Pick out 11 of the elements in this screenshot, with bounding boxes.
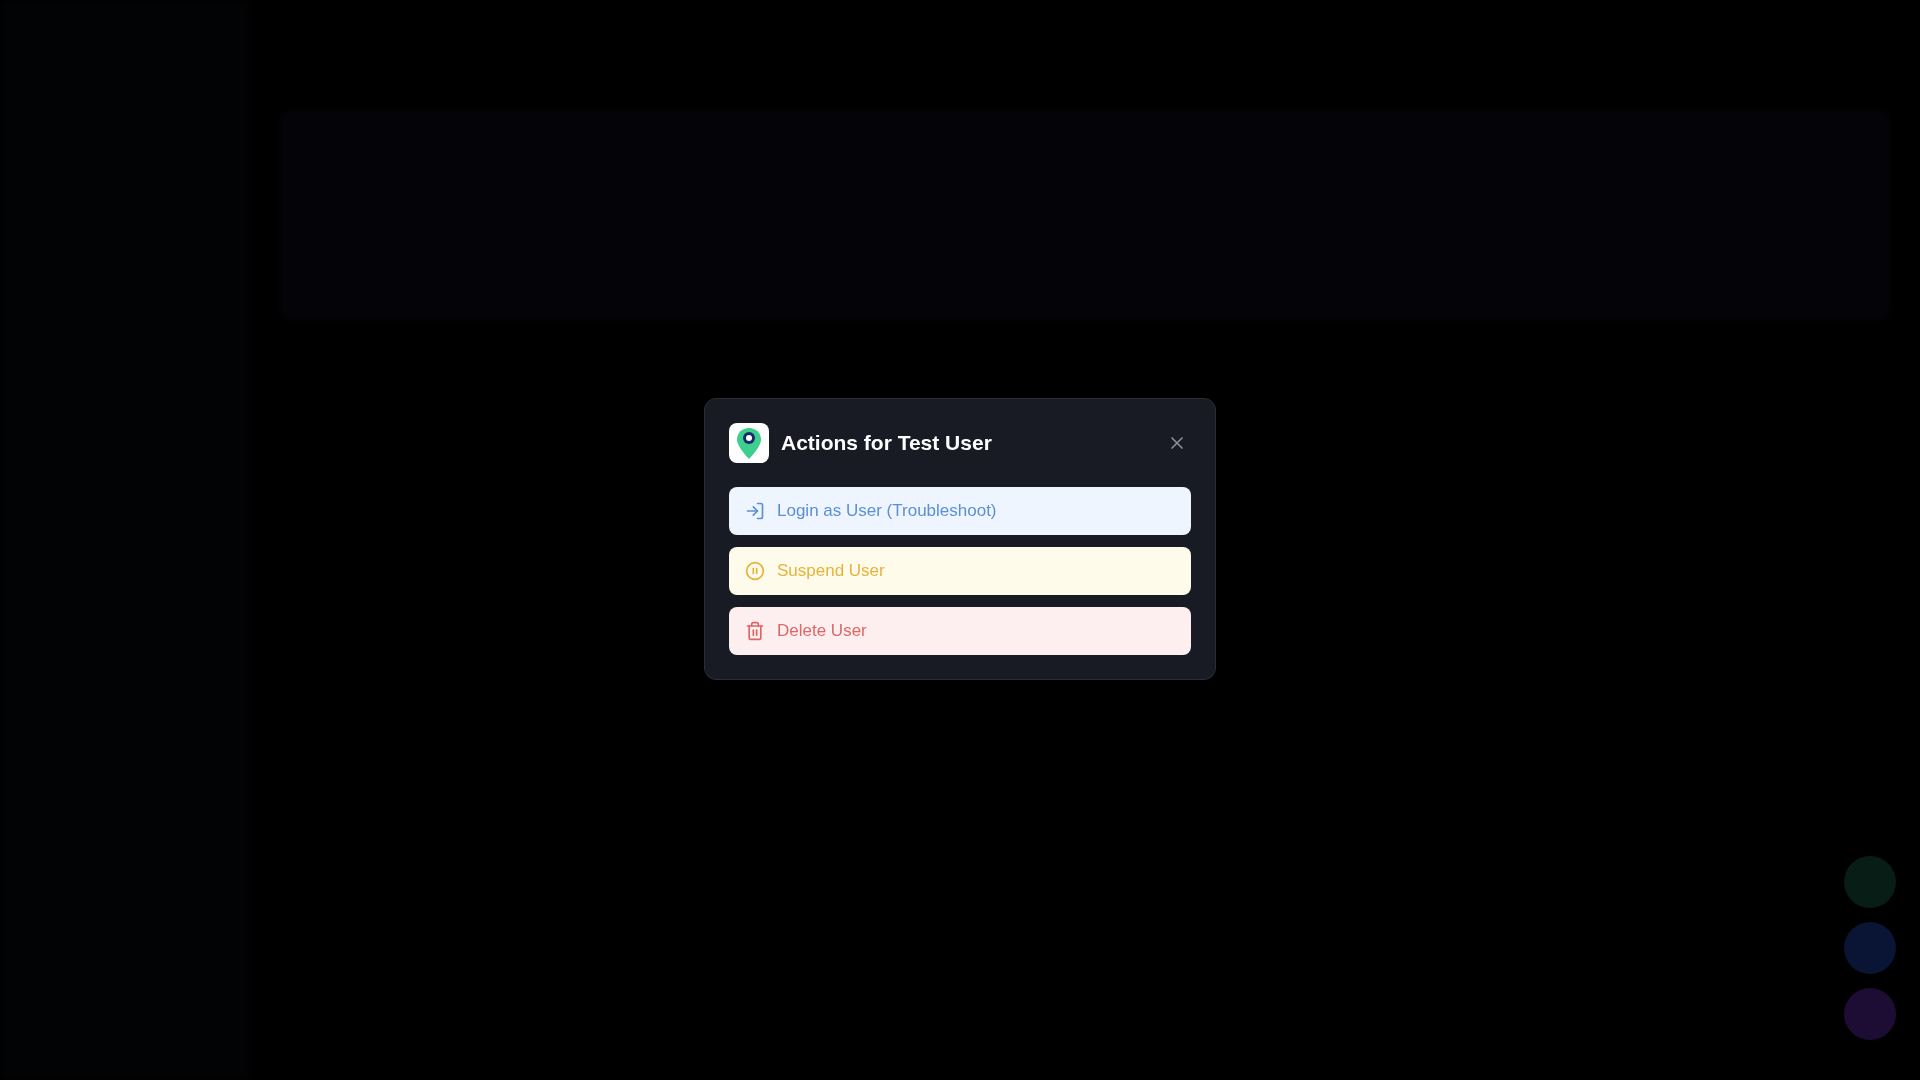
arrow-into-bracket-icon [745, 501, 765, 521]
pause-circle-icon [745, 561, 765, 581]
suspend-user-button[interactable]: Suspend User [729, 547, 1191, 595]
floating-action-button[interactable] [1844, 922, 1896, 974]
dialog-title: Actions for Test User [781, 430, 993, 457]
login-as-user-button[interactable]: Login as User (Troubleshoot) [729, 487, 1191, 535]
floating-action-button[interactable] [1844, 988, 1896, 1040]
delete-user-button[interactable]: Delete User [729, 607, 1191, 655]
floating-action-button[interactable] [1844, 856, 1896, 908]
map-pin-logo-icon [729, 423, 769, 463]
trash-icon [745, 621, 765, 641]
